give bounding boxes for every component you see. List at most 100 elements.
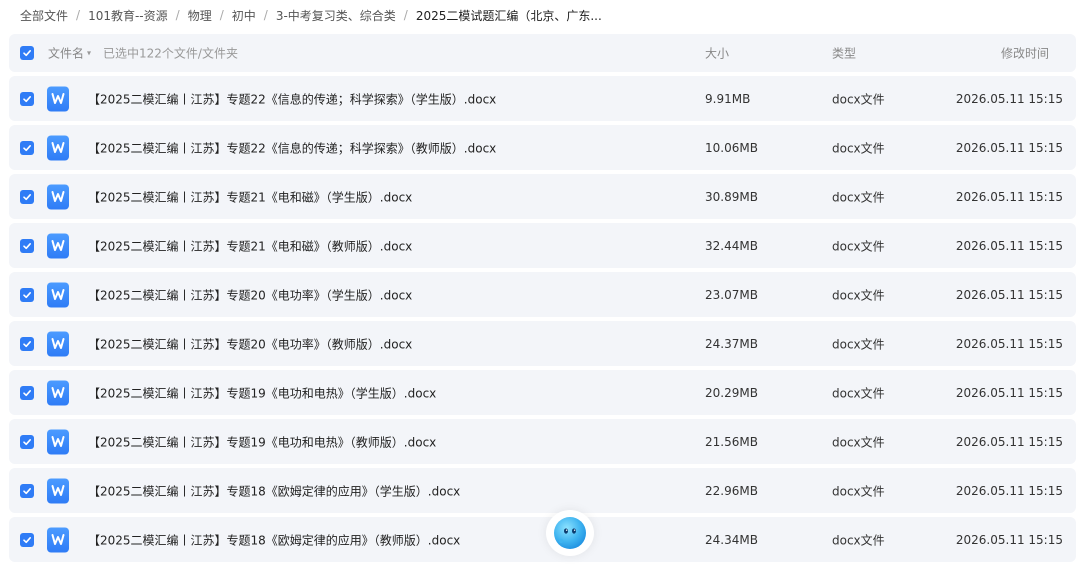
file-modified-time: 2026.05.11 15:15	[955, 336, 1063, 351]
file-type: docx文件	[832, 190, 885, 204]
check-icon	[23, 536, 31, 543]
file-size: 30.89MB	[705, 189, 758, 204]
column-header-name-label: 文件名	[48, 46, 85, 61]
row-checkbox[interactable]	[20, 483, 34, 498]
file-type: docx文件	[832, 92, 885, 106]
file-list-header: 文件名 ▾ 已选中122个文件/文件夹 大小 类型 修改时间	[9, 34, 1076, 72]
file-size: 9.91MB	[705, 91, 751, 106]
file-name[interactable]: 【2025二模汇编丨江苏】专题20《电功率》（学生版）.docx	[88, 286, 412, 303]
row-checkbox[interactable]	[20, 287, 34, 302]
file-modified-time: 2026.05.11 15:15	[955, 385, 1063, 400]
file-list: 【2025二模汇编丨江苏】专题22《信息的传递；科学探索》（学生版）.docx …	[9, 76, 1076, 566]
file-size: 24.34MB	[705, 532, 758, 547]
word-doc-icon	[47, 331, 69, 356]
file-size: 21.56MB	[705, 434, 758, 449]
file-modified-time: 2026.05.11 15:15	[955, 189, 1063, 204]
row-checkbox[interactable]	[20, 189, 34, 204]
breadcrumb-item-physics[interactable]: 物理	[188, 7, 212, 24]
file-name[interactable]: 【2025二模汇编丨江苏】专题19《电功和电热》（教师版）.docx	[88, 433, 436, 450]
check-icon	[23, 193, 31, 200]
check-icon	[23, 291, 31, 298]
row-checkbox[interactable]	[20, 532, 34, 547]
file-name[interactable]: 【2025二模汇编丨江苏】专题22《信息的传递；科学探索》（学生版）.docx	[88, 90, 496, 107]
row-checkbox[interactable]	[20, 385, 34, 400]
file-row[interactable]: 【2025二模汇编丨江苏】专题18《欧姆定律的应用》（学生版）.docx 22.…	[9, 468, 1076, 513]
check-icon	[23, 438, 31, 445]
word-doc-icon	[47, 380, 69, 405]
check-icon	[23, 389, 31, 396]
column-header-modified[interactable]: 修改时间	[1001, 45, 1049, 62]
check-icon	[23, 340, 31, 347]
file-size: 20.29MB	[705, 385, 758, 400]
row-checkbox[interactable]	[20, 91, 34, 106]
file-row[interactable]: 【2025二模汇编丨江苏】专题20《电功率》（学生版）.docx 23.07MB…	[9, 272, 1076, 317]
file-type: docx文件	[832, 288, 885, 302]
breadcrumb-separator: /	[175, 8, 180, 22]
file-row[interactable]: 【2025二模汇编丨江苏】专题19《电功和电热》（教师版）.docx 21.56…	[9, 419, 1076, 464]
file-row[interactable]: 【2025二模汇编丨江苏】专题20《电功率》（教师版）.docx 24.37MB…	[9, 321, 1076, 366]
word-doc-icon	[47, 478, 69, 503]
row-checkbox[interactable]	[20, 140, 34, 155]
file-modified-time: 2026.05.11 15:15	[955, 532, 1063, 547]
breadcrumb-item-all-files[interactable]: 全部文件	[20, 7, 68, 24]
file-name[interactable]: 【2025二模汇编丨江苏】专题18《欧姆定律的应用》（学生版）.docx	[88, 482, 460, 499]
check-icon	[23, 144, 31, 151]
selection-count: 已选中122个文件/文件夹	[103, 46, 238, 61]
file-type: docx文件	[832, 533, 885, 547]
file-modified-time: 2026.05.11 15:15	[955, 238, 1063, 253]
row-checkbox[interactable]	[20, 238, 34, 253]
file-row[interactable]: 【2025二模汇编丨江苏】专题18《欧姆定律的应用》（教师版）.docx 24.…	[9, 517, 1076, 562]
file-name[interactable]: 【2025二模汇编丨江苏】专题21《电和磁》（教师版）.docx	[88, 237, 412, 254]
file-row[interactable]: 【2025二模汇编丨江苏】专题22《信息的传递；科学探索》（学生版）.docx …	[9, 76, 1076, 121]
file-type: docx文件	[832, 386, 885, 400]
word-doc-icon	[47, 86, 69, 111]
sort-icon: ▾	[87, 48, 92, 58]
column-header-name[interactable]: 文件名 ▾	[48, 45, 91, 62]
breadcrumb: 全部文件 / 101教育--资源 / 物理 / 初中 / 3-中考复习类、综合类…	[20, 6, 602, 24]
breadcrumb-separator: /	[263, 8, 268, 22]
check-icon	[23, 242, 31, 249]
breadcrumb-separator: /	[219, 8, 224, 22]
file-modified-time: 2026.05.11 15:15	[955, 140, 1063, 155]
column-header-size[interactable]: 大小	[705, 45, 729, 62]
word-doc-icon	[47, 429, 69, 454]
ai-assistant-icon	[554, 517, 586, 549]
file-row[interactable]: 【2025二模汇编丨江苏】专题21《电和磁》（学生版）.docx 30.89MB…	[9, 174, 1076, 219]
breadcrumb-item-101-resources[interactable]: 101教育--资源	[88, 7, 168, 24]
file-modified-time: 2026.05.11 15:15	[955, 483, 1063, 498]
word-doc-icon	[47, 184, 69, 209]
file-name[interactable]: 【2025二模汇编丨江苏】专题20《电功率》（教师版）.docx	[88, 335, 412, 352]
select-all-checkbox[interactable]	[20, 46, 34, 60]
file-modified-time: 2026.05.11 15:15	[955, 434, 1063, 449]
breadcrumb-item-review[interactable]: 3-中考复习类、综合类	[276, 7, 396, 24]
file-type: docx文件	[832, 337, 885, 351]
word-doc-icon	[47, 527, 69, 552]
word-doc-icon	[47, 233, 69, 258]
row-checkbox[interactable]	[20, 336, 34, 351]
file-row[interactable]: 【2025二模汇编丨江苏】专题21《电和磁》（教师版）.docx 32.44MB…	[9, 223, 1076, 268]
check-icon	[23, 95, 31, 102]
ai-assistant-button[interactable]	[546, 510, 594, 556]
file-name[interactable]: 【2025二模汇编丨江苏】专题19《电功和电热》（学生版）.docx	[88, 384, 436, 401]
file-row[interactable]: 【2025二模汇编丨江苏】专题19《电功和电热》（学生版）.docx 20.29…	[9, 370, 1076, 415]
breadcrumb-separator: /	[76, 8, 81, 22]
file-type: docx文件	[832, 239, 885, 253]
file-name[interactable]: 【2025二模汇编丨江苏】专题21《电和磁》（学生版）.docx	[88, 188, 412, 205]
breadcrumb-separator: /	[403, 8, 408, 22]
file-modified-time: 2026.05.11 15:15	[955, 287, 1063, 302]
word-doc-icon	[47, 135, 69, 160]
file-name[interactable]: 【2025二模汇编丨江苏】专题22《信息的传递；科学探索》（教师版）.docx	[88, 139, 496, 156]
file-type: docx文件	[832, 435, 885, 449]
file-type: docx文件	[832, 141, 885, 155]
file-row[interactable]: 【2025二模汇编丨江苏】专题22《信息的传递；科学探索》（教师版）.docx …	[9, 125, 1076, 170]
file-type: docx文件	[832, 484, 885, 498]
column-header-type[interactable]: 类型	[832, 45, 856, 62]
file-size: 24.37MB	[705, 336, 758, 351]
check-icon	[23, 487, 31, 494]
file-size: 10.06MB	[705, 140, 758, 155]
row-checkbox[interactable]	[20, 434, 34, 449]
file-name[interactable]: 【2025二模汇编丨江苏】专题18《欧姆定律的应用》（教师版）.docx	[88, 531, 460, 548]
breadcrumb-item-current-folder: 2025二模试题汇编（北京、广东...	[415, 8, 602, 23]
file-modified-time: 2026.05.11 15:15	[955, 91, 1063, 106]
breadcrumb-item-junior-high[interactable]: 初中	[232, 7, 256, 24]
